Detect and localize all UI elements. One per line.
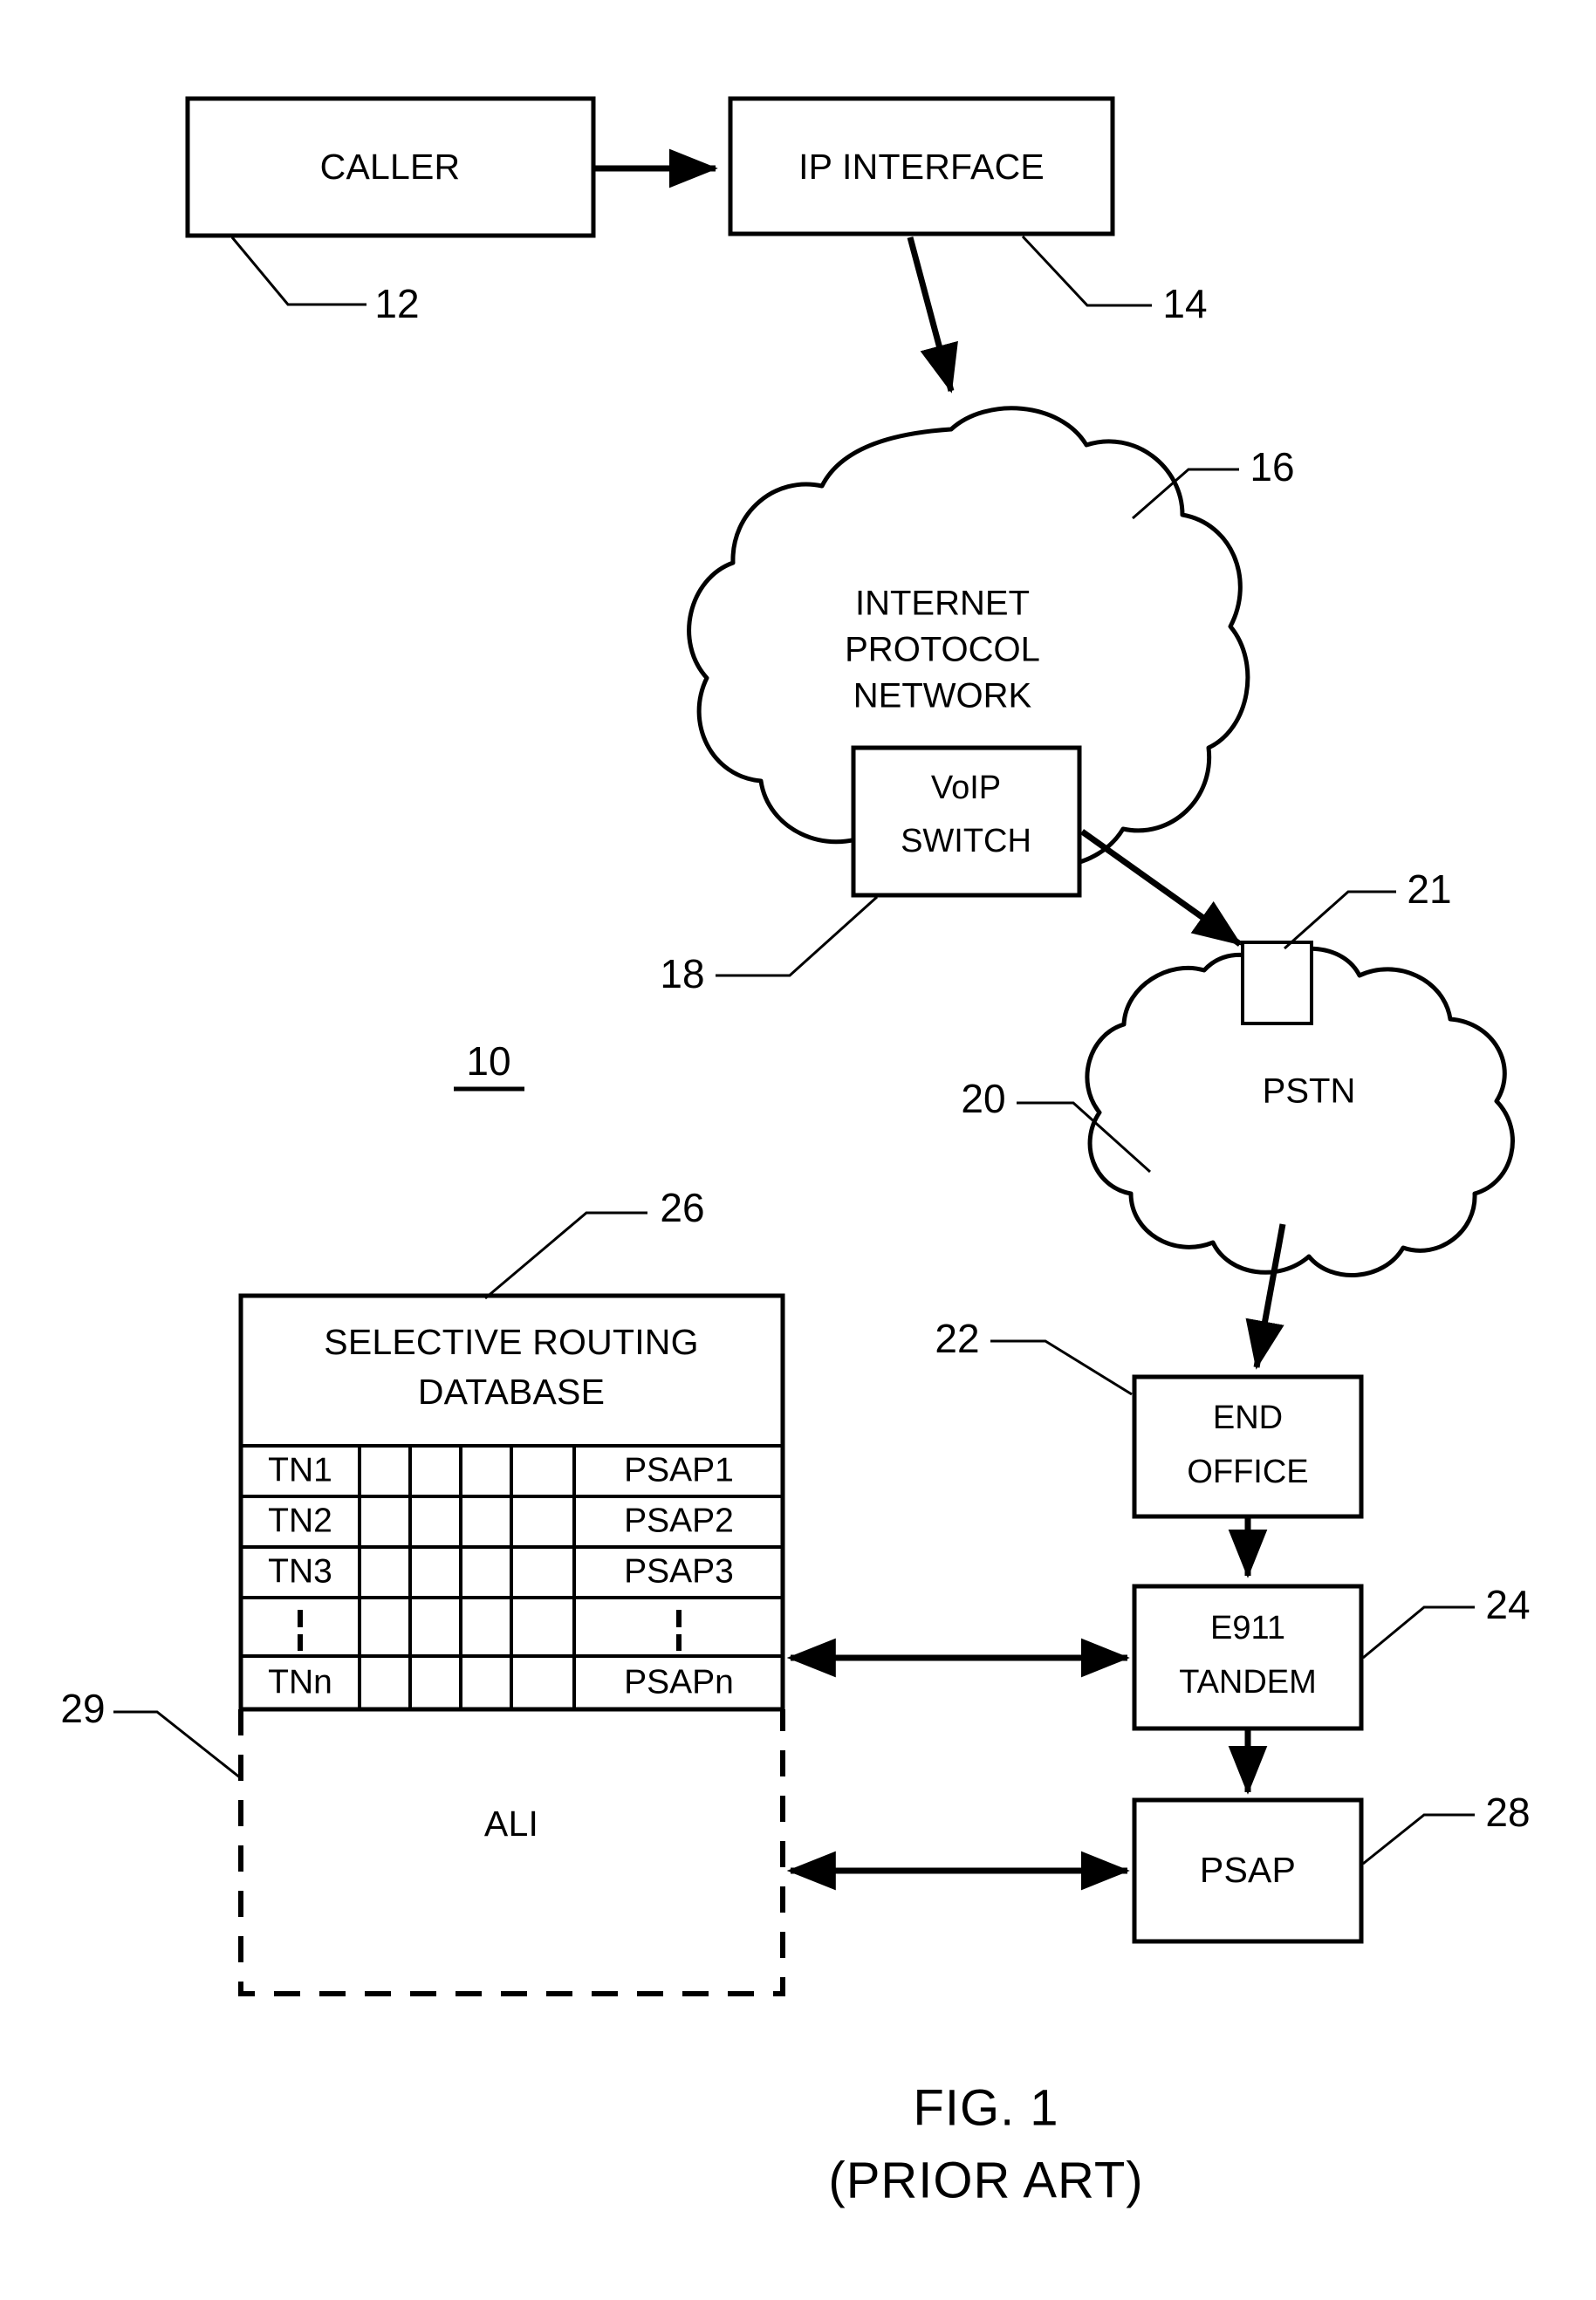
ref-22: 22 — [935, 1316, 979, 1361]
ref-24: 24 — [1485, 1582, 1530, 1627]
end-office-label-line1: END — [1213, 1400, 1283, 1436]
ip-interface-label: IP INTERFACE — [798, 147, 1045, 187]
ali-label: ALI — [484, 1804, 538, 1844]
voip-switch-label-line2: SWITCH — [901, 823, 1031, 859]
ref-10-system: 10 — [466, 1038, 510, 1084]
e911-tandem-label-line2: TANDEM — [1179, 1664, 1317, 1701]
e911-tandem-leader — [1362, 1605, 1475, 1660]
ali-dashed-box — [238, 1709, 785, 1996]
ref-16: 16 — [1250, 444, 1294, 489]
end-office-label-line2: OFFICE — [1187, 1454, 1308, 1490]
table-row-tn-1: TN1 — [268, 1451, 332, 1489]
figure-caption-line2: (PRIOR ART) — [828, 2152, 1143, 2208]
end-office-box — [1132, 1374, 1364, 1519]
table-row-tn-2: TN2 — [268, 1502, 332, 1539]
table-row-tn-3: TN3 — [268, 1552, 332, 1590]
ip-network-label-line1: INTERNET — [855, 585, 1030, 623]
ip-interface-leader — [1021, 235, 1152, 307]
ref-21: 21 — [1407, 866, 1451, 912]
ref-12: 12 — [374, 281, 419, 326]
ref-14: 14 — [1162, 281, 1207, 326]
pstn-gateway-leader — [1284, 890, 1396, 950]
caller-label: CALLER — [320, 147, 461, 187]
e911-tandem-box — [1132, 1584, 1364, 1731]
psap-leader — [1362, 1813, 1475, 1865]
srdb-leader — [484, 1211, 647, 1300]
table-row-psap-2: PSAP2 — [624, 1502, 734, 1539]
ref-20: 20 — [961, 1076, 1005, 1121]
ip-network-label-line2: PROTOCOL — [845, 631, 1040, 669]
arrow-voip-switch-to-pstn-gateway — [1079, 829, 1243, 947]
ref-29: 29 — [60, 1686, 105, 1731]
end-office-leader — [990, 1339, 1133, 1396]
figure-caption-line1: FIG. 1 — [913, 2079, 1058, 2136]
pstn-gateway-box — [1241, 941, 1313, 1025]
e911-tandem-label-line1: E911 — [1210, 1610, 1285, 1646]
voip-switch-label-line1: VoIP — [931, 770, 1001, 806]
ref-26: 26 — [660, 1185, 704, 1230]
voip-switch-leader — [716, 895, 879, 977]
table-row-psap-1: PSAP1 — [624, 1451, 734, 1489]
table-row-tn-n: TNn — [268, 1663, 332, 1701]
psap-label: PSAP — [1200, 1850, 1296, 1890]
table-row-psap-n: PSAPn — [624, 1663, 734, 1701]
srdb-title-line1: SELECTIVE ROUTING — [324, 1322, 698, 1362]
ref-28: 28 — [1485, 1790, 1530, 1835]
figure-canvas: CALLER 12 IP INTERFACE 14 INTERNET PROTO… — [60, 96, 1531, 2208]
ip-network-label-line3: NETWORK — [853, 677, 1032, 715]
patent-figure-1: CALLER 12 IP INTERFACE 14 INTERNET PROTO… — [0, 0, 1596, 2300]
ali-leader — [113, 1710, 242, 1780]
pstn-label: PSTN — [1263, 1072, 1356, 1111]
srdb-title-line2: DATABASE — [418, 1372, 605, 1412]
caller-leader — [230, 236, 366, 306]
ref-18: 18 — [660, 951, 704, 996]
table-row-psap-3: PSAP3 — [624, 1552, 734, 1590]
arrow-ip-interface-to-network — [907, 236, 958, 394]
